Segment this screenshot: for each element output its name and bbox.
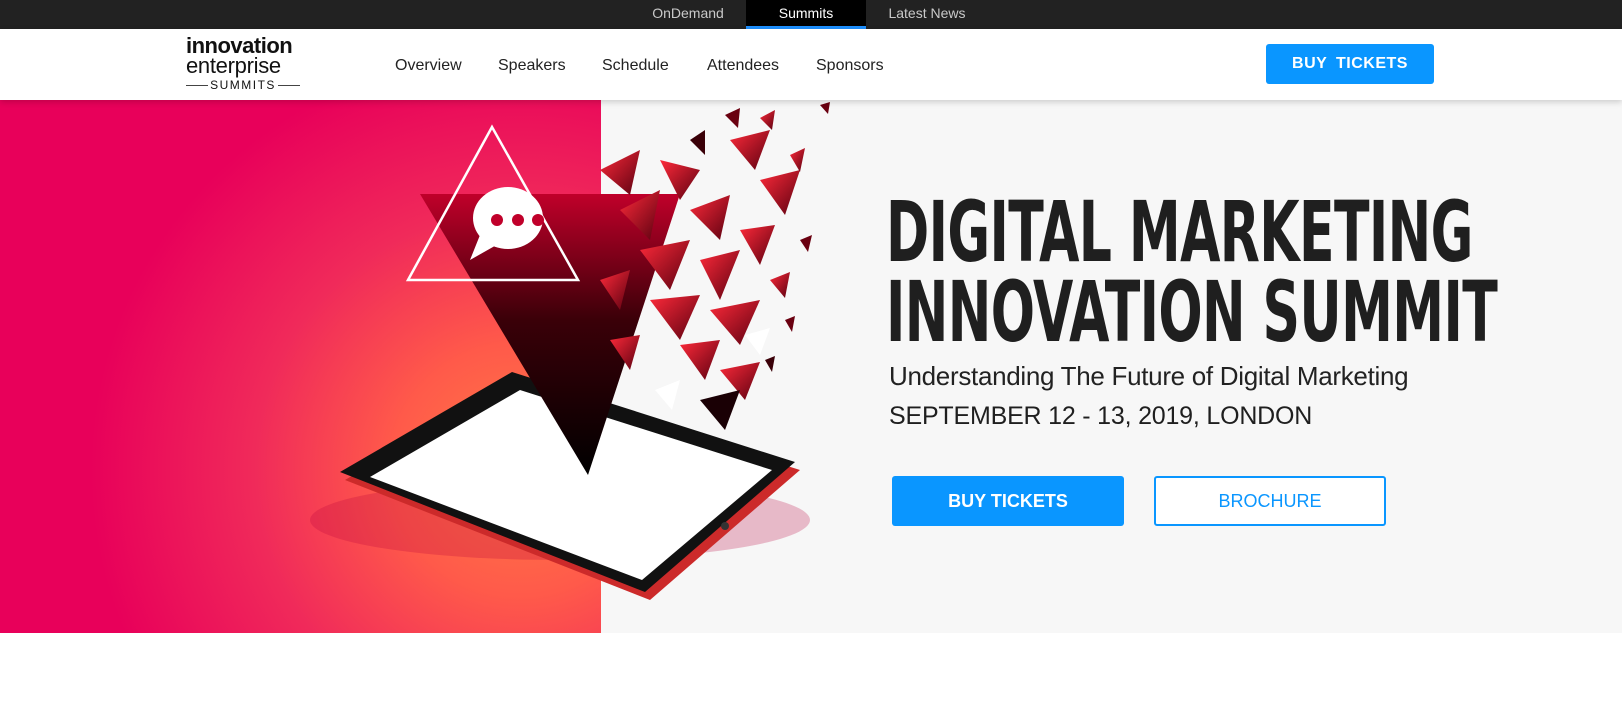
tab-latest-news[interactable]: Latest News [876,0,978,29]
nav-speakers[interactable]: Speakers [498,57,566,75]
nav-sponsors[interactable]: Sponsors [816,57,884,75]
nav-overview[interactable]: Overview [395,57,462,75]
event-date: SEPTEMBER 12 - 13, 2019, LONDON [889,402,1313,430]
site-header: innovation enterprise SUMMITS Overview S… [0,29,1622,100]
logo-line-2: enterprise [186,53,281,78]
hero-illustration [310,102,830,600]
logo-rule-right [278,85,300,86]
tab-summits[interactable]: Summits [746,0,866,29]
hero-subtitle: Understanding The Future of Digital Mark… [889,361,1409,391]
hero-buy-tickets-button[interactable]: BUY TICKETS [892,476,1124,526]
page-title: DIGITAL MARKETING INNOVATION SUMMIT [886,183,1498,361]
hero-section: DIGITAL MARKETING INNOVATION SUMMIT Unde… [0,100,1622,633]
header-buy-tickets-button[interactable]: BUY TICKETS [1266,44,1434,84]
logo[interactable]: innovation enterprise SUMMITS [186,35,306,93]
top-bar: OnDemand Summits Latest News [0,0,1622,29]
title-line-2: INNOVATION SUMMIT [886,263,1498,361]
brochure-button[interactable]: BROCHURE [1154,476,1386,526]
tab-ondemand[interactable]: OnDemand [640,0,736,29]
title-line-1: DIGITAL MARKETING [886,183,1473,281]
nav-schedule[interactable]: Schedule [602,57,669,75]
nav-attendees[interactable]: Attendees [707,57,779,75]
